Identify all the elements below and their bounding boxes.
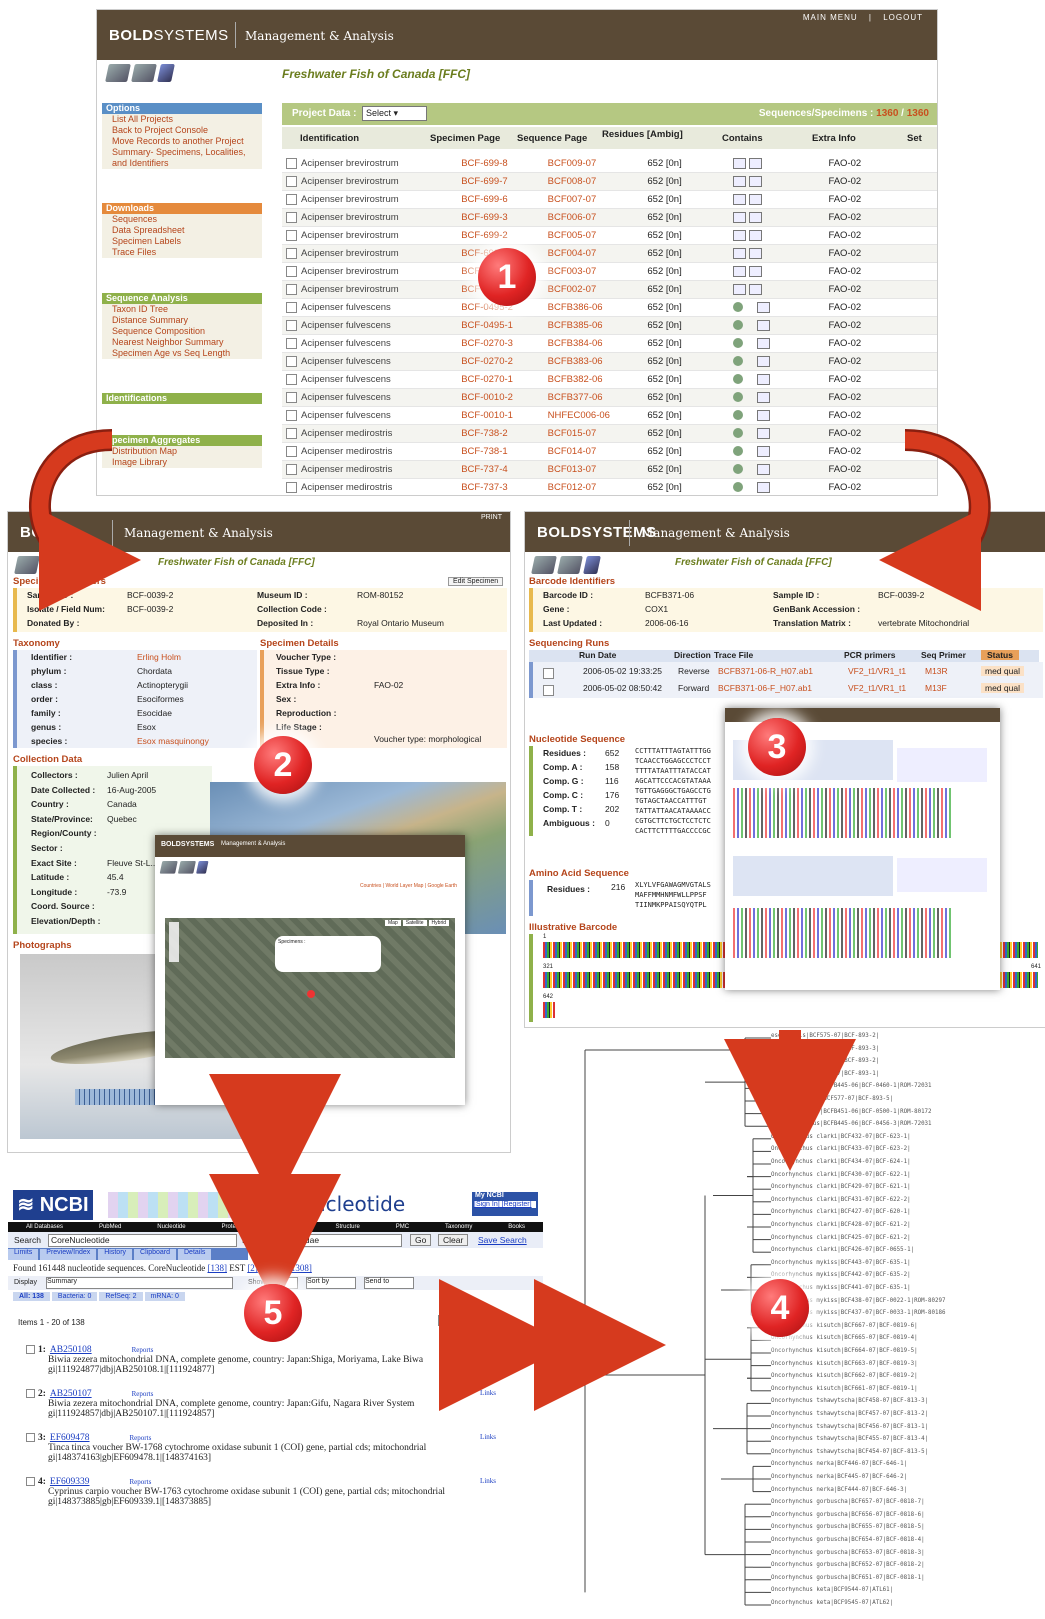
step-badge-2: 2 (254, 736, 312, 794)
step-badge-5: 5 (244, 1284, 302, 1342)
step-badge-1: 1 (478, 248, 536, 306)
step-badge-3: 3 (748, 718, 806, 776)
step-badge-4: 4 (751, 1279, 809, 1337)
flow-arrows (28, 429, 991, 1411)
